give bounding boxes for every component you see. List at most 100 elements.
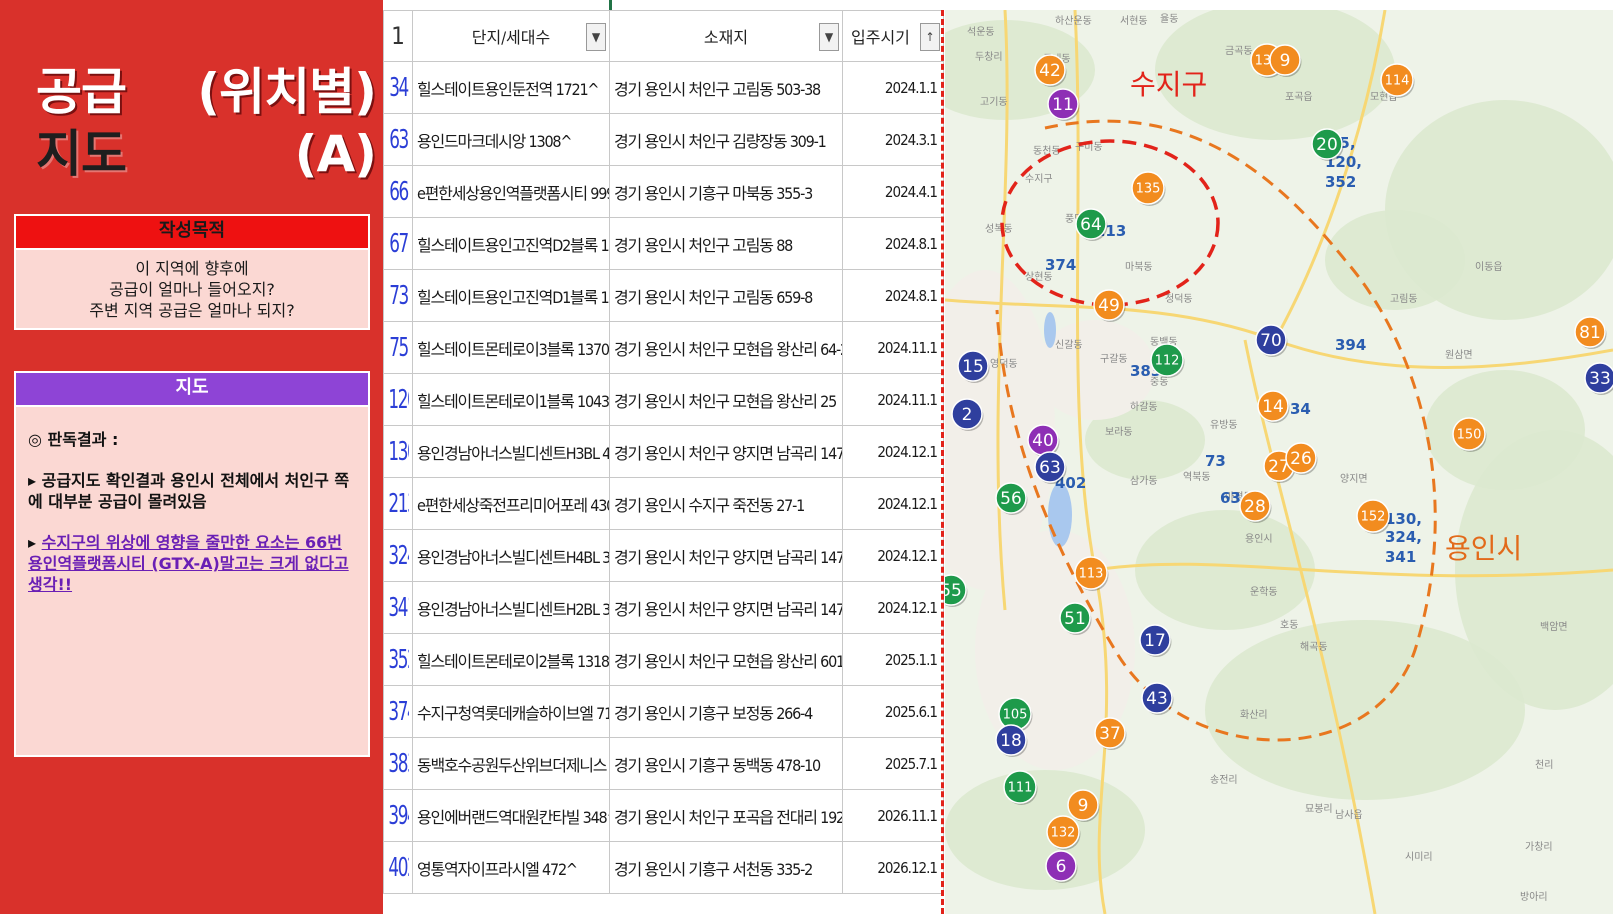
pin-label: 113 <box>1079 567 1104 582</box>
complex-name-cell[interactable]: 용인드마크데시앙 1308^ <box>412 113 610 166</box>
map-pin-orange[interactable]: 152 <box>1356 499 1391 534</box>
complex-name-cell[interactable]: 동백호수공원두산위브더제니스 378^ <box>412 737 610 790</box>
table-row[interactable]: 63 용인드마크데시앙 1308^ 경기 용인시 처인구 김량장동 309-1 202… <box>384 113 944 166</box>
move-in-date-cell[interactable]: 2024.11.1 <box>842 373 944 426</box>
complex-name-cell[interactable]: 용인경남아너스빌디센트H3BL 450^ <box>412 425 610 478</box>
address-cell[interactable]: 경기 용인시 처인구 모현읍 왕산리 64-2 <box>609 321 843 374</box>
table-row[interactable]: 402영통역자이프라시엘 472^경기 용인시 기흥구 서천동 335-2202… <box>384 841 944 894</box>
map-pin-blue[interactable]: 43 <box>1141 682 1174 715</box>
address-cell[interactable]: 경기 용인시 처인구 모현읍 왕산리 25 <box>609 373 843 426</box>
move-in-date-cell[interactable]: 2024.1.1 <box>842 61 944 114</box>
table-row[interactable]: 34 힐스테이트용인둔전역 1721^ 경기 용인시 처인구 고림동 503-38 2… <box>384 61 944 114</box>
table-row[interactable]: 66 e편한세상용인역플랫폼시티 999^ 경기 용인시 기흥구 마북동 355-3… <box>384 165 944 218</box>
table-row[interactable]: 130용인경남아너스빌디센트H3BL 450^경기 용인시 처인구 양지면 남곡… <box>384 425 944 478</box>
address-cell[interactable]: 경기 용인시 처인구 양지면 남곡리 147-10 <box>609 529 843 582</box>
table-row[interactable]: 73힐스테이트용인고진역D1블록 1345^경기 용인시 처인구 고림동 659… <box>384 269 944 322</box>
table-row[interactable]: 213e편한세상죽전프리미어포레 430^경기 용인시 수지구 죽전동 27-1… <box>384 477 944 530</box>
table-row[interactable]: 374수지구청역롯데캐슬하이브엘 715^경기 용인시 기흥구 보정동 266-… <box>384 685 944 738</box>
row-number-cell[interactable]: 394 <box>387 789 409 842</box>
move-in-date-cell[interactable]: 2026.12.1 <box>842 841 944 894</box>
map-pin-orange[interactable]: 135 <box>1131 171 1166 206</box>
map-pin-blue[interactable]: 33 <box>1584 362 1613 395</box>
move-in-date-cell[interactable]: 2025.6.1 <box>842 685 944 738</box>
complex-name-cell[interactable]: 용인에버랜드역대원칸타빌 348^ <box>412 789 610 842</box>
table-row[interactable]: 120힐스테이트몬테로이1블록 1043^경기 용인시 처인구 모현읍 왕산리 … <box>384 373 944 426</box>
row-number-cell[interactable]: 383 <box>387 737 409 790</box>
address-cell[interactable]: 경기 용인시 처인구 고림동 503-38 <box>609 61 843 114</box>
move-in-date-cell[interactable]: 2024.11.1 <box>842 321 944 374</box>
row-number-cell[interactable]: 75 <box>387 321 409 374</box>
complex-name-cell[interactable]: 힐스테이트몬테로이2블록 1318^ <box>412 633 610 686</box>
pin-label: 56 <box>1000 489 1022 509</box>
complex-name-cell[interactable]: e편한세상용인역플랫폼시티 999^ <box>412 165 610 218</box>
row-number-cell[interactable]: 324 <box>387 529 409 582</box>
move-in-date-cell[interactable]: 2026.11.1 <box>842 789 944 842</box>
address-cell[interactable]: 경기 용인시 처인구 모현읍 왕산리 601 <box>609 633 843 686</box>
address-cell[interactable]: 경기 용인시 처인구 김량장동 309-1 <box>609 113 843 166</box>
map-pin-orange[interactable]: 81 <box>1574 316 1607 349</box>
address-cell[interactable]: 경기 용인시 처인구 포곡읍 전대리 192-2 <box>609 789 843 842</box>
table-row[interactable]: 352힐스테이트몬테로이2블록 1318^경기 용인시 처인구 모현읍 왕산리 … <box>384 633 944 686</box>
complex-name-cell[interactable]: 용인경남아너스빌디센트H2BL 326^ <box>412 581 610 634</box>
complex-name-cell[interactable]: 수지구청역롯데캐슬하이브엘 715^ <box>412 685 610 738</box>
move-in-date-cell[interactable]: 2024.12.1 <box>842 477 944 530</box>
address-cell[interactable]: 경기 용인시 기흥구 보정동 266-4 <box>609 685 843 738</box>
complex-name-cell[interactable]: 영통역자이프라시엘 472^ <box>412 841 610 894</box>
map-pin-purple[interactable]: 11 <box>1047 88 1080 121</box>
address-cell[interactable]: 경기 용인시 처인구 고림동 659-8 <box>609 269 843 322</box>
map-pin-green[interactable]: 20 <box>1311 128 1344 161</box>
complex-name-cell[interactable]: 용인경남아너스빌디센트H4BL 388^ <box>412 529 610 582</box>
row-number-cell[interactable]: 374 <box>387 685 409 738</box>
address-cell[interactable]: 경기 용인시 기흥구 서천동 335-2 <box>609 841 843 894</box>
move-in-date-cell[interactable]: 2024.12.1 <box>842 529 944 582</box>
row-number-cell[interactable]: 341 <box>387 581 409 634</box>
table-row[interactable]: 341용인경남아너스빌디센트H2BL 326^경기 용인시 처인구 양지면 남곡… <box>384 581 944 634</box>
row-number-cell[interactable]: 402 <box>387 841 409 894</box>
map-number-label: 73 <box>1205 452 1226 470</box>
map-pin-blue[interactable]: 18 <box>995 724 1028 757</box>
move-in-date-cell[interactable]: 2024.3.1 <box>842 113 944 166</box>
complex-name-cell[interactable]: 힐스테이트몬테로이3블록 1370^ <box>412 321 610 374</box>
address-cell[interactable]: 경기 용인시 처인구 양지면 남곡리 147-15 <box>609 425 843 478</box>
complex-name-cell[interactable]: e편한세상죽전프리미어포레 430^ <box>412 477 610 530</box>
move-in-date-cell[interactable]: 2024.12.1 <box>842 581 944 634</box>
move-in-date-cell[interactable]: 2025.1.1 <box>842 633 944 686</box>
row-number-cell[interactable]: 130 <box>387 425 409 478</box>
address-cell[interactable]: 경기 용인시 기흥구 마북동 355-3 <box>609 165 843 218</box>
table-row[interactable]: 394용인에버랜드역대원칸타빌 348^경기 용인시 처인구 포곡읍 전대리 1… <box>384 789 944 842</box>
table-row[interactable]: 383동백호수공원두산위브더제니스 378^경기 용인시 기흥구 동백동 478… <box>384 737 944 790</box>
pin-label: 26 <box>1290 449 1312 469</box>
sort-ascending-icon[interactable]: ↑ <box>920 23 940 51</box>
row-number-cell[interactable]: 66 <box>387 165 409 218</box>
filter-dropdown-icon[interactable]: ▼ <box>586 23 606 51</box>
complex-name-cell[interactable]: 힐스테이트용인둔전역 1721^ <box>412 61 610 114</box>
complex-name-cell[interactable]: 힐스테이트용인고진역D1블록 1345^ <box>412 269 610 322</box>
map-pin-blue[interactable]: 70 <box>1255 324 1288 357</box>
row-number-cell[interactable]: 213 <box>387 477 409 530</box>
move-in-date-cell[interactable]: 2024.4.1 <box>842 165 944 218</box>
supply-map[interactable]: 하산운동서현동석운동궁내동고기동율동금곡동동천동구미동분당동수지구성복동상현동풍… <box>945 10 1613 914</box>
filter-active-icon[interactable]: ▼ <box>819 23 839 51</box>
move-in-date-cell[interactable]: 2024.8.1 <box>842 269 944 322</box>
move-in-date-cell[interactable]: 2024.8.1 <box>842 217 944 270</box>
map-canvas[interactable]: 하산운동서현동석운동궁내동고기동율동금곡동동천동구미동분당동수지구성복동상현동풍… <box>945 10 1613 914</box>
row-number-cell[interactable]: 352 <box>387 633 409 686</box>
complex-name-cell[interactable]: 힐스테이트용인고진역D2블록 1358^ <box>412 217 610 270</box>
move-in-date-cell[interactable]: 2024.12.1 <box>842 425 944 478</box>
row-number-cell[interactable]: 67 <box>387 217 409 270</box>
address-cell[interactable]: 경기 용인시 수지구 죽전동 27-1 <box>609 477 843 530</box>
map-pin-green[interactable]: 64 <box>1075 208 1108 241</box>
table-row[interactable]: 67힐스테이트용인고진역D2블록 1358^경기 용인시 처인구 고림동 882… <box>384 217 944 270</box>
row-number-cell[interactable]: 34 <box>387 61 409 114</box>
row-number-cell[interactable]: 120 <box>387 373 409 426</box>
table-row[interactable]: 75 힐스테이트몬테로이3블록 1370^ 경기 용인시 처인구 모현읍 왕산리 6… <box>384 321 944 374</box>
move-in-date-cell[interactable]: 2025.7.1 <box>842 737 944 790</box>
row-number-cell[interactable]: 63 <box>387 113 409 166</box>
map-pin-blue[interactable]: 17 <box>1139 624 1172 657</box>
row-number-cell[interactable]: 73 <box>387 269 409 322</box>
address-cell[interactable]: 경기 용인시 처인구 양지면 남곡리 147-19 <box>609 581 843 634</box>
address-cell[interactable]: 경기 용인시 기흥구 동백동 478-10 <box>609 737 843 790</box>
address-cell[interactable]: 경기 용인시 처인구 고림동 88 <box>609 217 843 270</box>
table-row[interactable]: 324용인경남아너스빌디센트H4BL 388^경기 용인시 처인구 양지면 남곡… <box>384 529 944 582</box>
complex-name-cell[interactable]: 힐스테이트몬테로이1블록 1043^ <box>412 373 610 426</box>
